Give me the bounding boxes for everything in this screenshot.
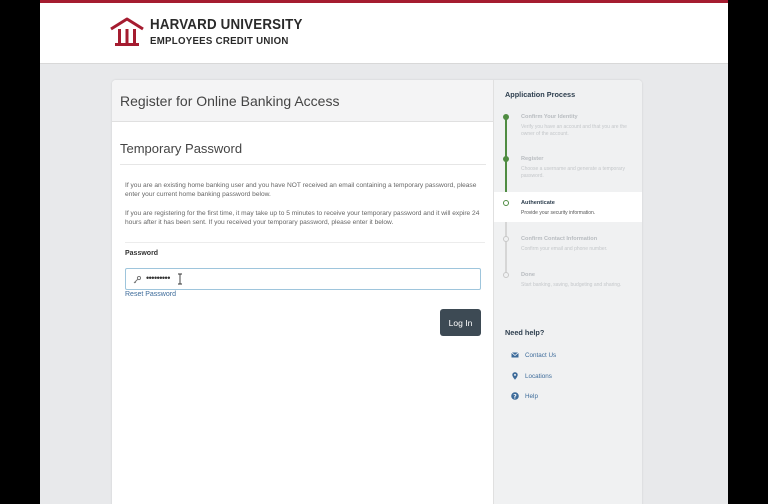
step-dot-pending [503,272,509,278]
step-confirm-identity: Confirm Your Identity Verify you have an… [494,110,642,146]
section-divider [120,164,486,165]
page-title: Register for Online Banking Access [120,93,340,109]
application-process-title: Application Process [505,90,576,99]
step-description: Provide your security information. [521,210,596,216]
site-header: HARVARD UNIVERSITY EMPLOYEES CREDIT UNIO… [40,3,728,64]
help-help[interactable]: ? Help [511,392,538,400]
instructions-new-users: If you are registering for the first tim… [125,210,480,227]
envelope-icon [511,352,519,358]
map-pin-icon [512,372,518,380]
password-label: Password [125,250,159,257]
step-register: Register Choose a username and generate … [494,154,642,190]
password-divider [125,242,485,243]
application-process-sidebar: Application Process Confirm Your Identit… [493,80,642,504]
step-confirm-contact: Confirm Contact Information Confirm your… [494,230,642,260]
step-dot-done [503,114,509,120]
step-dot-done [503,156,509,162]
step-dot-current [503,200,509,206]
step-description: Start banking, saving, budgeting and sha… [521,282,622,288]
help-item-label: Help [525,392,538,400]
step-description: Confirm your email and phone number. [521,246,608,252]
help-item-label: Contact Us [525,351,557,359]
help-contact-us[interactable]: Contact Us [511,351,556,359]
logo-name-line2: EMPLOYEES CREDIT UNION [150,34,289,47]
svg-text:?: ? [513,393,517,400]
building-logo-icon [110,17,144,46]
step-title: Authenticate [521,200,555,206]
help-item-label: Locations [525,372,552,380]
password-value: ••••••••• [146,273,170,283]
registration-card: Register for Online Banking Access Tempo… [112,80,642,504]
log-in-button[interactable]: Log In [440,309,481,336]
harvard-credit-union-logo[interactable]: HARVARD UNIVERSITY EMPLOYEES CREDIT UNIO… [110,17,316,47]
step-description: Verify you have an account and that you … [521,124,627,138]
password-input[interactable]: ••••••••• [125,268,481,290]
text-cursor-icon [178,273,182,285]
instructions-existing-users: If you are an existing home banking user… [125,182,477,199]
help-locations[interactable]: Locations [511,372,552,380]
reset-password-link[interactable]: Reset Password [125,291,176,298]
step-title: Register [521,156,544,162]
step-dot-pending [503,236,509,242]
main-panel: Register for Online Banking Access Tempo… [112,80,493,504]
section-title: Temporary Password [120,141,243,156]
question-circle-icon: ? [511,392,519,400]
key-icon [133,276,141,284]
main-panel-header: Register for Online Banking Access [112,80,493,122]
step-title: Confirm Your Identity [521,114,578,120]
step-title: Done [521,272,535,278]
step-authenticate: Authenticate Provide your security infor… [494,192,642,222]
step-description: Choose a username and generate a tempora… [521,166,625,180]
step-title: Confirm Contact Information [521,236,598,242]
need-help-title: Need help? [505,328,545,337]
logo-name-line1: HARVARD UNIVERSITY [150,17,303,33]
step-done: Done Start banking, saving, budgeting an… [494,266,642,306]
browser-viewport: HARVARD UNIVERSITY EMPLOYEES CREDIT UNIO… [40,0,728,504]
